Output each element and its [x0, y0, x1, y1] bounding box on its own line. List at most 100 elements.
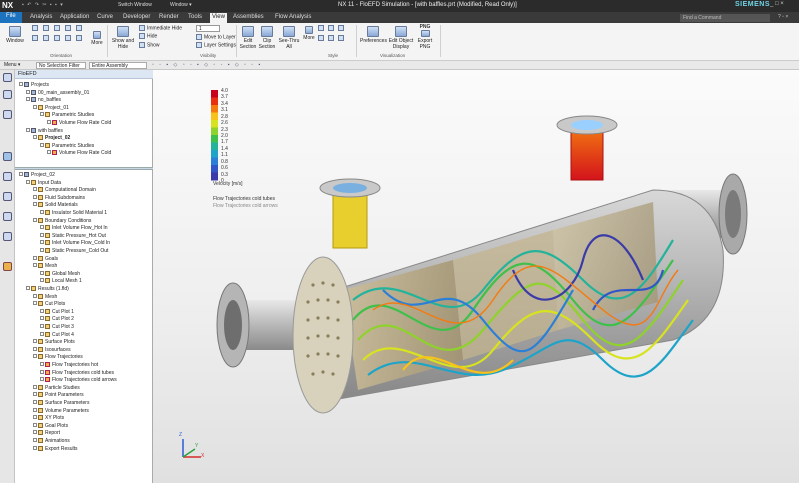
- hidden-lines-icon[interactable]: [318, 35, 324, 41]
- tree-item[interactable]: Particle Studies: [33, 384, 80, 391]
- expand-toggle-icon[interactable]: [33, 354, 37, 359]
- view-trimetric-icon[interactable]: [76, 25, 82, 31]
- tree-item[interactable]: Parametric Studies: [40, 142, 94, 149]
- expand-toggle-icon[interactable]: [40, 331, 44, 336]
- immediate-hide-button[interactable]: Immediate Hide: [139, 25, 195, 31]
- tab-application[interactable]: Application: [58, 13, 91, 23]
- expand-toggle-icon[interactable]: [33, 263, 37, 268]
- face-analysis-icon[interactable]: [338, 35, 344, 41]
- tree-item[interactable]: Goal Plots: [33, 422, 68, 429]
- tree-item[interactable]: Insulator Solid Material 1: [40, 210, 107, 216]
- expand-toggle-icon[interactable]: [33, 293, 37, 298]
- expand-toggle-icon[interactable]: [40, 112, 44, 117]
- edit-section-button[interactable]: Edit Section: [239, 26, 257, 50]
- expand-toggle-icon[interactable]: [40, 248, 44, 252]
- tree-item[interactable]: Surface Parameters: [33, 400, 89, 406]
- tree-item[interactable]: Results (1.fld): [26, 286, 69, 292]
- tree-item[interactable]: Volume Flow Rate Cold: [47, 120, 111, 126]
- shaded-edges-icon[interactable]: [328, 25, 334, 31]
- hide-button[interactable]: Hide: [139, 33, 195, 40]
- help-controls[interactable]: ? ▫ ×: [778, 14, 788, 20]
- tree-item[interactable]: Inlet Volume Flow_Hot In: [40, 225, 108, 231]
- expand-toggle-icon[interactable]: [26, 127, 30, 132]
- tree-item[interactable]: Surface Plots: [33, 339, 75, 345]
- expand-toggle-icon[interactable]: [33, 217, 37, 222]
- expand-toggle-icon[interactable]: [26, 179, 30, 184]
- graphics-window[interactable]: 4.0 3.7 3.4 3.1 2.8 2.6 2.3 2.0 1.7 1.4 1.1 0.8 0.6 0…: [153, 70, 799, 483]
- tab-assemblies[interactable]: Assemblies: [231, 13, 266, 23]
- expand-toggle-icon[interactable]: [33, 415, 37, 420]
- expand-toggle-icon[interactable]: [33, 392, 37, 397]
- preferences-button[interactable]: Preferences: [360, 26, 387, 44]
- partial-shade-icon[interactable]: [328, 35, 334, 41]
- expand-toggle-icon[interactable]: [33, 445, 37, 450]
- expand-toggle-icon[interactable]: [40, 210, 44, 214]
- tree-item[interactable]: Inlet Volume Flow_Cold In: [40, 240, 110, 246]
- expand-toggle-icon[interactable]: [40, 362, 44, 366]
- tree-item[interactable]: Static Pressure_Cold Out: [40, 248, 108, 254]
- view-right-icon[interactable]: [54, 25, 60, 31]
- window-menu[interactable]: Window ▾: [170, 2, 192, 8]
- expand-toggle-icon[interactable]: [40, 278, 44, 283]
- tree-item[interactable]: Volume Flow Rate Cold: [47, 150, 111, 156]
- expand-toggle-icon[interactable]: [47, 150, 51, 155]
- tree-item[interactable]: Isosurfaces: [33, 346, 71, 353]
- expand-toggle-icon[interactable]: [33, 422, 37, 427]
- more-style-button[interactable]: More: [302, 26, 316, 41]
- tree-item[interactable]: Flow Trajectories: [33, 354, 83, 360]
- expand-toggle-icon[interactable]: [40, 369, 44, 374]
- expand-toggle-icon[interactable]: [33, 430, 37, 435]
- tree-item[interactable]: Computational Domain: [33, 187, 96, 193]
- tree-item[interactable]: Cut Plot 2: [40, 316, 74, 322]
- tab-developer[interactable]: Developer: [121, 13, 152, 23]
- expand-toggle-icon[interactable]: [33, 187, 37, 192]
- show-button[interactable]: Show: [139, 41, 195, 48]
- window-button[interactable]: Window: [3, 26, 27, 44]
- view-triad[interactable]: Z X Y: [177, 432, 207, 465]
- expand-toggle-icon[interactable]: [33, 104, 37, 109]
- wireframe-icon[interactable]: [318, 25, 324, 31]
- expand-toggle-icon[interactable]: [33, 346, 37, 351]
- view-front-icon[interactable]: [32, 25, 38, 31]
- tree-item[interactable]: Point Parameters: [33, 392, 84, 398]
- tree-item[interactable]: Cut Plot 1: [40, 308, 74, 315]
- tree-item[interactable]: Cut Plots: [33, 301, 65, 307]
- tree-item[interactable]: XY Plots: [33, 415, 64, 421]
- history-icon[interactable]: [3, 192, 12, 201]
- expand-toggle-icon[interactable]: [40, 240, 44, 245]
- expand-toggle-icon[interactable]: [26, 286, 30, 290]
- tree-item[interactable]: Cut Plot 4: [40, 331, 74, 338]
- tree-item[interactable]: Animations: [33, 438, 70, 444]
- tree-item[interactable]: Project_02: [33, 135, 70, 141]
- menu-button[interactable]: Menu ▾: [4, 62, 20, 68]
- tab-analysis[interactable]: Analysis: [28, 13, 54, 23]
- tree-item[interactable]: Boundary Conditions: [33, 217, 91, 224]
- expand-toggle-icon[interactable]: [40, 270, 44, 275]
- tree-item[interactable]: Report: [33, 430, 60, 436]
- expand-toggle-icon[interactable]: [40, 232, 44, 237]
- expand-toggle-icon[interactable]: [33, 400, 37, 404]
- tree-item[interactable]: with baffles: [26, 127, 63, 134]
- tree-item[interactable]: Projects: [19, 82, 49, 88]
- tab-view[interactable]: View: [210, 13, 227, 23]
- expand-toggle-icon[interactable]: [33, 255, 37, 260]
- show-and-hide-button[interactable]: Show and Hide: [109, 26, 137, 50]
- tree-item[interactable]: Mesh: [33, 293, 57, 300]
- snap-icons[interactable]: ▫ ◦ ▪ ◇ ▫ ◦ ▪ ◇ ▫ ◦ ▪ ◇ ▫ ◦ ▪: [152, 62, 262, 68]
- studio-icon[interactable]: [338, 25, 344, 31]
- assembly-navigator-icon[interactable]: [3, 73, 12, 82]
- tree-item[interactable]: Goals: [33, 255, 58, 262]
- expand-toggle-icon[interactable]: [19, 172, 23, 176]
- clip-section-button[interactable]: Clip Section: [258, 26, 276, 50]
- tree-item[interactable]: Solid Materials: [33, 202, 78, 208]
- tree-item[interactable]: Static Pressure_Hot Out: [40, 232, 106, 239]
- expand-toggle-icon[interactable]: [33, 301, 37, 306]
- tab-render[interactable]: Render: [157, 13, 181, 23]
- tree-item[interactable]: 00_main_assembly_01: [26, 89, 89, 96]
- fit-icon[interactable]: [32, 35, 38, 41]
- tree-item[interactable]: Flow Trajectories hot: [40, 362, 98, 368]
- quick-access-toolbar[interactable]: ▪ ↶ ↷ ✂ ▪ ▪ ▾: [22, 2, 64, 8]
- tree-item[interactable]: Flow Trajectories cold arrows: [40, 377, 117, 383]
- expand-toggle-icon[interactable]: [19, 82, 23, 86]
- tree-item[interactable]: Project_02: [19, 172, 55, 178]
